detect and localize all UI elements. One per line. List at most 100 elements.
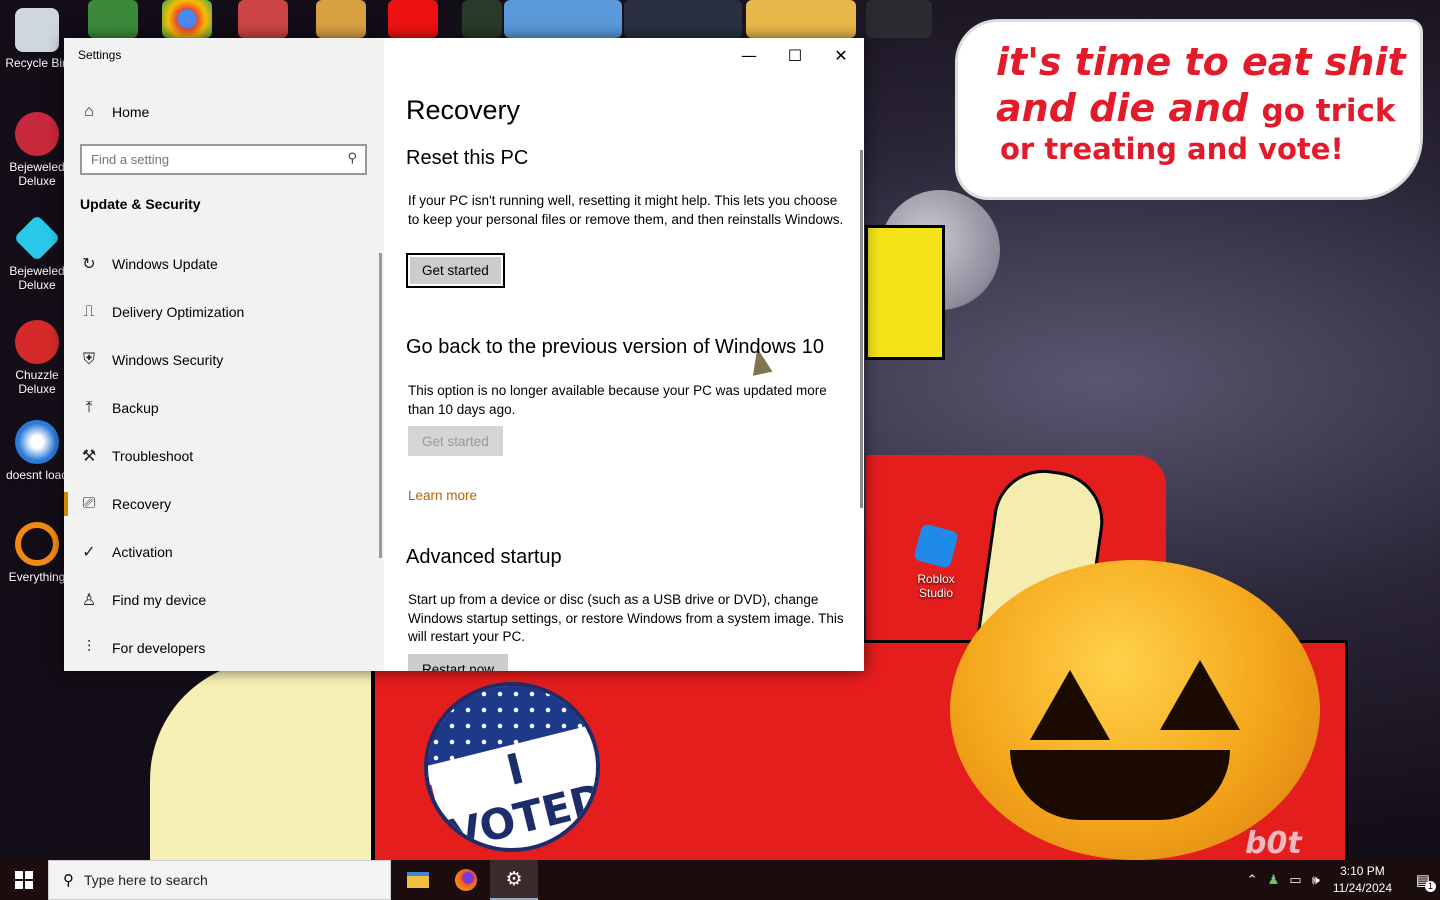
wrench-icon: ⚒: [81, 448, 97, 465]
file-explorer-icon: [407, 872, 429, 888]
volume-icon[interactable]: 🕪: [1312, 872, 1320, 888]
taskbar: ⚲ Type here to search ⚙ ⌃ ♟ ▭ 🕪 3:10 PM …: [0, 860, 1440, 900]
recycle-bin-top-icon[interactable]: [866, 0, 932, 38]
reset-description: If your PC isn't running well, resetting…: [408, 193, 844, 227]
go-back-get-started-button[interactable]: Get started: [408, 426, 503, 456]
delivery-icon: ⎍: [83, 303, 95, 320]
sidebar-item-find-my-device[interactable]: ♙ Find my device: [64, 580, 384, 620]
learn-more-link[interactable]: Learn more: [408, 488, 477, 503]
advanced-startup-description: Start up from a device or disc (such as …: [408, 592, 844, 644]
reset-get-started-button[interactable]: Get started: [406, 253, 505, 288]
desktop-icon-bejeweled-2[interactable]: Bejeweled Deluxe: [0, 214, 74, 292]
pumpkin-mouth: [1010, 750, 1230, 820]
taskbar-search-box[interactable]: ⚲ Type here to search: [48, 860, 391, 900]
sidebar-item-for-developers[interactable]: ⫶ For developers: [64, 628, 384, 668]
refresh-icon: ↻: [82, 256, 96, 273]
jack-o-lantern-image: [950, 560, 1320, 860]
sidebar-item-activation[interactable]: ✓ Activation: [64, 532, 384, 572]
i-voted-sticker: I VOTED: [424, 682, 600, 852]
search-icon: ⚲: [63, 871, 74, 889]
taskbar-file-explorer[interactable]: [394, 860, 442, 900]
go-back-heading: Go back to the previous version of Windo…: [406, 336, 824, 358]
network-shortcut-icon[interactable]: [504, 0, 622, 38]
maximize-button[interactable]: ☐: [772, 38, 818, 72]
system-tray: ⌃ ♟ ▭ 🕪 3:10 PM 11/24/2024 ▤ 1: [1242, 860, 1440, 900]
game-shortcut-icon[interactable]: [462, 0, 502, 38]
taskbar-firefox[interactable]: [442, 860, 490, 900]
find-setting-search[interactable]: ⚲: [80, 144, 367, 175]
chuzzle-icon: [15, 320, 59, 364]
pumpkin-eye-right: [1160, 660, 1240, 730]
developer-sliders-icon: ⫶: [86, 639, 91, 656]
clock[interactable]: 3:10 PM 11/24/2024: [1333, 863, 1392, 897]
speech-line-1: it's time to eat shit: [996, 40, 1406, 84]
close-button[interactable]: ✕: [818, 38, 864, 72]
taskbar-settings[interactable]: ⚙: [490, 860, 538, 900]
sidebar-item-home[interactable]: ⌂ Home: [64, 92, 384, 132]
person-locate-icon: ♙: [81, 592, 97, 609]
wallpaper-boo-text: b0t: [1245, 826, 1302, 860]
desktop-icon-everything[interactable]: Everything: [0, 522, 74, 584]
action-center-button[interactable]: ▤ 1: [1406, 871, 1440, 892]
minimize-button[interactable]: —: [726, 38, 772, 72]
content-scrollbar[interactable]: [860, 150, 863, 508]
settings-window: Settings ⌂ Home ⚲ Update & Security ↻ Wi…: [64, 38, 864, 671]
chevron-up-icon[interactable]: ⌃: [1247, 872, 1258, 888]
minimize-icon: —: [741, 45, 757, 65]
sidebar-item-recovery[interactable]: ⎚ Recovery: [64, 484, 384, 524]
settings-content: — ☐ ✕ Recovery Reset this PC If your PC …: [384, 38, 864, 671]
windows-logo-icon: [15, 871, 33, 889]
taskbar-search-placeholder: Type here to search: [84, 872, 208, 888]
sidebar-item-windows-update[interactable]: ↻ Windows Update: [64, 244, 384, 284]
recovery-icon: ⎚: [82, 495, 96, 512]
desktop-icon-recycle-bin[interactable]: Recycle Bin: [0, 8, 74, 70]
close-icon: ✕: [834, 45, 848, 65]
flash-player-icon[interactable]: [388, 0, 438, 38]
thunderbird-icon: [15, 420, 59, 464]
speech-line-3: or treating and vote!: [1000, 132, 1344, 166]
restart-now-button[interactable]: Restart now: [408, 654, 509, 671]
sidebar-item-backup[interactable]: ⤒ Backup: [64, 388, 384, 428]
maximize-icon: ☐: [787, 45, 803, 65]
page-title: Recovery: [406, 95, 521, 125]
backup-arrow-icon: ⤒: [85, 399, 93, 416]
settings-sidebar: Settings ⌂ Home ⚲ Update & Security ↻ Wi…: [64, 38, 384, 671]
desktop-icon-doesnt-load[interactable]: doesnt load: [0, 420, 74, 482]
pumpkin-eye-left: [1030, 670, 1110, 740]
network-icon[interactable]: ▭: [1289, 872, 1301, 888]
archive-icon[interactable]: [316, 0, 366, 38]
wallpaper-cream-shape: [150, 660, 375, 860]
go-back-description: This option is no longer available becau…: [408, 383, 827, 417]
firefox-icon: [455, 869, 477, 891]
people-app-icon[interactable]: [88, 0, 138, 38]
section-heading: Update & Security: [80, 196, 201, 212]
check-circle-icon: ✓: [82, 544, 96, 561]
notification-badge: 1: [1425, 881, 1436, 892]
gear-icon: ⚙: [505, 868, 523, 890]
desktop-icon-chuzzle[interactable]: Chuzzle Deluxe: [0, 320, 74, 396]
sidebar-item-windows-security[interactable]: ⛨ Windows Security: [64, 340, 384, 380]
chrome-icon[interactable]: [162, 0, 212, 38]
sidebar-item-troubleshoot[interactable]: ⚒ Troubleshoot: [64, 436, 384, 476]
roblox-studio-icon: [913, 523, 959, 569]
speech-bubble: it's time to eat shit and die and go tri…: [958, 22, 1420, 197]
window-title: Settings: [78, 48, 122, 62]
folder-icon[interactable]: [746, 0, 856, 38]
speech-line-2: and die and go trick: [996, 86, 1396, 130]
sidebar-item-delivery-optimization[interactable]: ⎍ Delivery Optimization: [64, 292, 384, 332]
desktop-icon-roblox-studio[interactable]: Roblox Studio: [899, 523, 973, 600]
diamond-icon: [13, 214, 61, 262]
people-icon[interactable]: ♟: [1268, 872, 1280, 888]
control-panel-icon[interactable]: [624, 0, 742, 38]
desktop-icon-bejeweled-1[interactable]: Bejeweled Deluxe: [0, 112, 74, 188]
shield-icon: ⛨: [82, 351, 95, 368]
app-shortcut-icon[interactable]: [238, 0, 288, 38]
bejeweled-icon: [15, 112, 59, 156]
advanced-startup-heading: Advanced startup: [406, 546, 562, 568]
start-button[interactable]: [0, 860, 48, 900]
search-input[interactable]: [82, 146, 322, 173]
wallpaper-yellow-shape: [865, 225, 945, 360]
search-magnifier-icon: [15, 522, 59, 566]
search-icon: ⚲: [347, 151, 357, 166]
sidebar-scrollbar[interactable]: [379, 253, 382, 558]
